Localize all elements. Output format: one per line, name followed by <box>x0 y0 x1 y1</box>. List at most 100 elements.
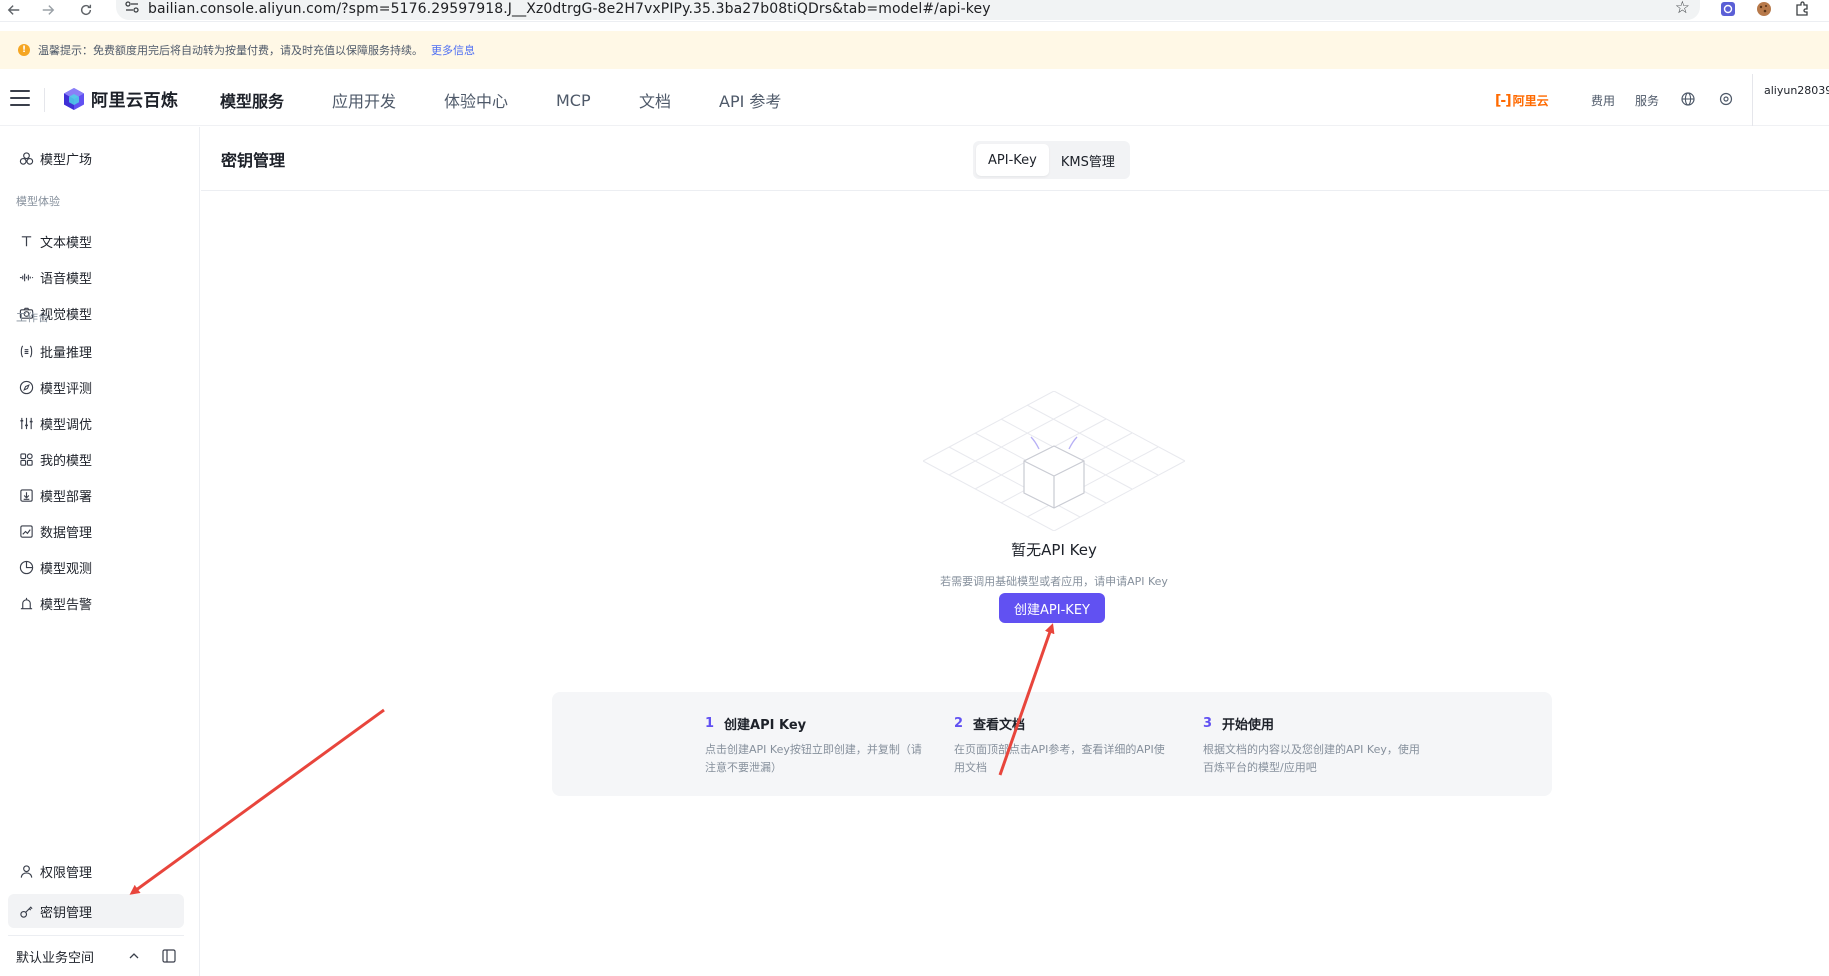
logo[interactable]: 阿里云百炼 <box>62 86 179 111</box>
empty-state-description: 若需要调用基础模型或者应用，请申请API Key <box>940 575 1168 588</box>
sidebar-item-model-square[interactable]: 模型广场 <box>8 141 184 175</box>
tab-api-key[interactable]: API-Key <box>976 144 1049 176</box>
step-title: 开始使用 <box>1222 718 1275 733</box>
sidebar: 模型广场 模型体验 文本模型 语音模型 视觉模型 工作台 批量推理 模型评测 模… <box>0 127 200 976</box>
step-description: 在页面顶部点击API参考，查看详细的API使用文档 <box>954 743 1165 774</box>
nav-mcp[interactable]: MCP <box>556 74 591 126</box>
sidebar-item-data-management[interactable]: 数据管理 <box>8 514 184 548</box>
sidebar-item-model-tuning[interactable]: 模型调优 <box>8 406 184 440</box>
page-title: 密钥管理 <box>221 151 286 170</box>
text-icon <box>18 233 34 249</box>
empty-state-title: 暂无API Key <box>1011 541 1097 559</box>
url-text: bailian.console.aliyun.com/?spm=5176.295… <box>148 1 991 17</box>
menu-icon[interactable] <box>10 90 30 108</box>
user-icon <box>18 863 34 879</box>
sidebar-item-label: 文本模型 <box>40 235 93 251</box>
nav-docs[interactable]: 文档 <box>639 74 671 126</box>
sidebar-item-model-evaluation[interactable]: 模型评测 <box>8 370 184 404</box>
sidebar-item-model-observation[interactable]: 模型观测 <box>8 550 184 584</box>
collapse-sidebar-icon[interactable] <box>162 949 176 963</box>
username[interactable]: aliyun28039 <box>1764 84 1829 97</box>
sidebar-item-label: 模型调优 <box>40 417 93 433</box>
sidebar-item-voice-model[interactable]: 语音模型 <box>8 260 184 294</box>
globe-icon[interactable] <box>1679 90 1697 108</box>
sidebar-item-label: 批量推理 <box>40 345 93 361</box>
browser-toolbar: bailian.console.aliyun.com/?spm=5176.295… <box>0 0 1829 22</box>
user-divider <box>1752 74 1753 126</box>
create-api-key-button[interactable]: 创建API-KEY <box>999 593 1105 623</box>
sidebar-item-key-management[interactable]: 密钥管理 <box>8 894 184 928</box>
nav-divider <box>44 88 45 112</box>
aliyun-bracket-icon: [-] <box>1495 92 1512 109</box>
extension-icon[interactable] <box>1718 0 1738 18</box>
top-navigation: 阿里云百炼 模型服务 应用开发 体验中心 MCP 文档 API 参考 [-] 阿… <box>0 74 1829 126</box>
aliyun-logo-text: 阿里云 <box>1512 94 1549 108</box>
sidebar-item-permission-management[interactable]: 权限管理 <box>8 854 184 888</box>
page-header: 密钥管理 API-Key KMS管理 <box>201 127 1829 191</box>
nav-app-development[interactable]: 应用开发 <box>332 74 396 126</box>
sidebar-item-text-model[interactable]: 文本模型 <box>8 224 184 258</box>
nav-service-link[interactable]: 服务 <box>1635 92 1659 109</box>
workspace-switcher[interactable]: 默认业务空间 <box>0 937 200 976</box>
step-title: 查看文档 <box>973 718 1026 733</box>
extensions-puzzle-icon[interactable] <box>1792 0 1812 18</box>
site-settings-icon[interactable] <box>124 0 140 14</box>
model-square-icon <box>18 150 34 166</box>
sidebar-item-label: 模型观测 <box>40 561 93 577</box>
settings-icon[interactable] <box>1717 90 1735 108</box>
sidebar-group-workbench: 工作台 <box>16 311 49 324</box>
step-header: 1 创建API Key <box>705 714 925 733</box>
step-number: 1 <box>705 716 715 731</box>
logo-icon <box>64 87 84 110</box>
bookmark-star-icon[interactable]: ☆ <box>1675 0 1690 17</box>
tab-group: API-Key KMS管理 <box>973 141 1130 179</box>
alert-icon <box>18 595 34 611</box>
notice-banner: ! 温馨提示：免费额度用完后将自动转为按量付费，请及时充值以保障服务持续。 更多… <box>0 31 1829 69</box>
pie-chart-icon <box>18 559 34 575</box>
nav-experience-center[interactable]: 体验中心 <box>444 74 508 126</box>
empty-box-illustration <box>923 391 1185 531</box>
workspace-name: 默认业务空间 <box>16 951 95 966</box>
sidebar-item-model-deployment[interactable]: 模型部署 <box>8 478 184 512</box>
sidebar-item-my-models[interactable]: 我的模型 <box>8 442 184 476</box>
tab-kms-management[interactable]: KMS管理 <box>1049 144 1127 176</box>
step-description: 点击创建API Key按钮立即创建，并复制（请注意不要泄漏） <box>705 743 922 774</box>
nav-fees-link[interactable]: 费用 <box>1591 92 1615 109</box>
sidebar-item-label: 语音模型 <box>40 271 93 287</box>
step-number: 2 <box>954 716 964 731</box>
step-header: 3 开始使用 <box>1203 714 1423 733</box>
nav-api-reference[interactable]: API 参考 <box>719 74 781 126</box>
sidebar-item-label: 模型评测 <box>40 381 93 397</box>
deploy-icon <box>18 487 34 503</box>
sliders-icon <box>18 415 34 431</box>
sidebar-item-label: 模型广场 <box>40 152 93 168</box>
address-bar[interactable]: bailian.console.aliyun.com/?spm=5176.295… <box>116 0 1700 20</box>
step-card: 3 开始使用 根据文档的内容以及您创建的API Key，使用百炼平台的模型/应用… <box>1203 714 1423 777</box>
step-card: 1 创建API Key 点击创建API Key按钮立即创建，并复制（请注意不要泄… <box>705 714 925 777</box>
aliyun-logo[interactable]: [-] 阿里云 <box>1495 92 1549 109</box>
reload-icon[interactable] <box>74 0 98 20</box>
key-icon <box>18 903 34 919</box>
main-content: 密钥管理 API-Key KMS管理 暂无API Key 若需要调用基础模型或者… <box>201 127 1829 976</box>
cookie-extension-icon[interactable] <box>1754 0 1774 18</box>
sidebar-item-label: 模型部署 <box>40 489 93 505</box>
sidebar-footer-divider <box>8 935 184 936</box>
chevron-up-icon[interactable] <box>128 950 140 962</box>
sidebar-item-model-alert[interactable]: 模型告警 <box>8 586 184 620</box>
logo-text: 阿里云百炼 <box>91 91 179 111</box>
nav-model-service[interactable]: 模型服务 <box>220 74 284 126</box>
sidebar-item-batch-inference[interactable]: 批量推理 <box>8 334 184 368</box>
sidebar-item-label: 模型告警 <box>40 597 93 613</box>
step-title: 创建API Key <box>724 718 807 733</box>
back-icon[interactable] <box>2 0 26 20</box>
sidebar-item-label: 密钥管理 <box>40 905 93 921</box>
sidebar-item-label: 权限管理 <box>40 865 93 881</box>
forward-icon[interactable] <box>36 0 60 20</box>
step-description: 根据文档的内容以及您创建的API Key，使用百炼平台的模型/应用吧 <box>1203 743 1420 774</box>
step-header: 2 查看文档 <box>954 714 1174 733</box>
chart-line-icon <box>18 523 34 539</box>
notice-more-link[interactable]: 更多信息 <box>431 42 475 58</box>
step-card: 2 查看文档 在页面顶部点击API参考，查看详细的API使用文档 <box>954 714 1174 777</box>
warning-icon: ! <box>18 44 30 56</box>
sidebar-group-model-experience: 模型体验 <box>16 195 60 208</box>
